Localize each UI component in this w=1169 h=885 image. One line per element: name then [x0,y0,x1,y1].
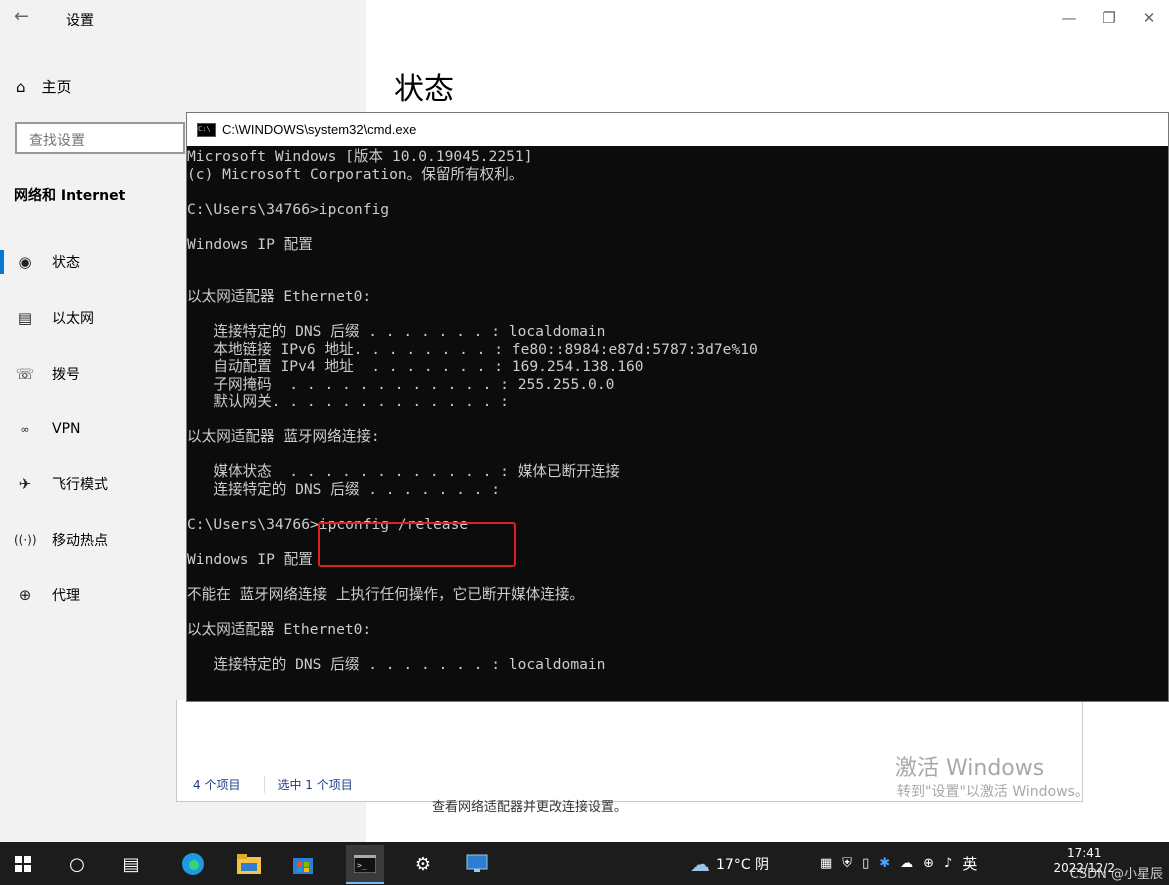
highlight-box [318,522,516,567]
nav-item-proxy[interactable]: ⊕ 代理 [14,583,80,607]
nav-home-label: 主页 [41,78,72,96]
nav-item-dialup[interactable]: ☏ 拨号 [14,362,80,386]
cmd-line: Microsoft Windows [版本 10.0.19045.2251] [187,148,533,165]
cmd-line: 连接特定的 DNS 后缀 . . . . . . . : [187,480,501,498]
nav-item-label: 代理 [52,588,80,604]
cmd-line: 连接特定的 DNS 后缀 . . . . . . . : localdomain [187,323,606,340]
weather-text: 17°C 阴 [716,856,770,873]
hotspot-icon: ((·)) [14,533,37,547]
cmd-titlebar[interactable]: C:\ C:\WINDOWS\system32\cmd.exe [187,113,1168,146]
cmd-output[interactable]: Microsoft Windows [版本 10.0.19045.2251] (c… [187,146,1168,673]
nav-item-hotspot[interactable]: ((·)) 移动热点 [14,528,108,552]
vpn-icon: ∞ [20,422,30,436]
cmd-line [187,253,1168,271]
cmd-line: 本地链接 IPv6 地址. . . . . . . . : fe80::8984… [187,340,758,358]
window-controls: — ❐ ✕ [1049,0,1169,36]
selected-count: 选中 1 个项目 [264,776,353,793]
cmd-line [187,411,1168,429]
nav-home[interactable]: ⌂ 主页 [16,76,72,97]
cmd-line: 以太网适配器 蓝牙网络连接: [187,428,380,445]
cmd-line: C:\Users\34766>ipconfig [187,200,390,218]
globe-icon: ◉ [18,253,32,271]
search-input[interactable] [15,122,185,154]
cmd-line: 子网掩码 . . . . . . . . . . . . : 255.255.0… [187,375,615,393]
dialup-icon: ☏ [15,365,35,383]
volume-icon[interactable]: ♪ [944,856,952,871]
network-disconnected-icon[interactable]: ☁ [900,856,913,871]
nav-item-label: 以太网 [52,311,94,327]
nav-item-label: VPN [52,421,81,437]
store-icon[interactable] [290,851,316,877]
cmd-line: 媒体状态 . . . . . . . . . . . . : 媒体已断开连接 [187,463,620,480]
cmd-line: 自动配置 IPv4 地址 . . . . . . . : 169.254.138… [187,358,644,375]
cmd-line: 以太网适配器 Ethernet0: [187,620,372,638]
cloud-icon: ☁ [690,851,710,876]
minimize-icon[interactable]: — [1049,0,1089,36]
cmd-window[interactable]: C:\ C:\WINDOWS\system32\cmd.exe Microsof… [186,112,1169,702]
weather-widget[interactable]: ☁ 17°C 阴 [690,842,769,885]
svg-text:>_: >_ [357,861,367,870]
nav-item-label: 移动热点 [52,533,108,549]
cmd-line [187,638,1168,656]
cmd-line [187,271,1168,289]
network-globe-icon[interactable]: ⊕ [923,856,934,871]
windows-start-icon[interactable] [10,851,36,877]
vmware-icon[interactable]: ▦ [820,856,832,871]
cmd-line: Windows IP 配置 [187,235,313,253]
home-icon: ⌂ [16,77,26,96]
task-view-icon[interactable]: ▤ [118,851,144,877]
remote-desktop-icon[interactable] [464,851,490,877]
taskbar: ○ ▤ >_ ⚙ ☁ 17°C 阴 ▦ ⛨ ▯ ✱ ☁ ⊕ ♪ 英 17:41 … [0,842,1169,885]
cmd-line: 默认网关. . . . . . . . . . . . . : [187,393,509,410]
restore-icon[interactable]: ❐ [1089,0,1129,36]
adapter-settings-link[interactable]: 查看网络适配器并更改连接设置。 [432,796,627,815]
network-shield-icon[interactable]: ⛨ [842,856,852,871]
csdn-watermark: CSDN @小星辰 [1069,867,1163,882]
ethernet-icon: ▤ [17,309,33,327]
cmd-line [187,183,1168,201]
cmd-line [187,218,1168,236]
proxy-globe-icon: ⊕ [18,586,32,604]
cmd-line: 不能在 蓝牙网络连接 上执行任何操作，它已断开媒体连接。 [187,585,585,603]
cmd-line: (c) Microsoft Corporation。保留所有权利。 [187,165,524,183]
cmd-line: 连接特定的 DNS 后缀 . . . . . . . : localdomain [187,655,606,673]
settings-gear-icon[interactable]: ⚙ [410,851,436,877]
usb-icon[interactable]: ▯ [862,856,869,871]
ime-indicator[interactable]: 英 [962,853,977,874]
cmd-line [187,603,1168,621]
bluetooth-icon[interactable]: ✱ [879,856,890,871]
nav-item-vpn[interactable]: ∞ VPN [14,417,81,441]
search-icon[interactable]: ○ [64,851,90,877]
cmd-line [187,306,1168,324]
nav-item-label: 飞行模式 [52,477,108,493]
nav-item-airplane[interactable]: ✈ 飞行模式 [14,472,108,496]
explorer-status-bar: 4 个项目 选中 1 个项目 [193,776,353,793]
section-header: 网络和 Internet [14,188,126,204]
close-icon[interactable]: ✕ [1129,0,1169,36]
app-title: 设置 [66,13,94,29]
page-title: 状态 [394,72,454,107]
system-tray: ▦ ⛨ ▯ ✱ ☁ ⊕ ♪ 英 [820,842,977,885]
activation-watermark-title: 激活 Windows [895,756,1045,781]
back-arrow-icon[interactable]: ← [14,6,29,27]
cmd-line [187,446,1168,464]
cmd-title: C:\WINDOWS\system32\cmd.exe [222,122,417,137]
nav-item-ethernet[interactable]: ▤ 以太网 [14,306,94,330]
edge-browser-icon[interactable] [180,851,206,877]
nav-item-status[interactable]: ◉ 状态 [0,250,80,274]
activation-watermark-hint: 转到"设置"以激活 Windows。 [897,784,1089,800]
cmd-line [187,568,1168,586]
cmd-icon: C:\ [197,122,216,137]
airplane-icon: ✈ [18,475,32,493]
cmd-line: 以太网适配器 Ethernet0: [187,288,372,305]
clock-time: 17:41 [1066,846,1102,860]
item-count: 4 个项目 [193,778,241,792]
file-explorer-icon[interactable] [236,851,262,877]
cmd-line [187,498,1168,516]
nav-item-label: 状态 [52,255,80,271]
nav-item-label: 拨号 [52,367,80,383]
cmd-taskbar-icon[interactable]: >_ [346,845,384,884]
